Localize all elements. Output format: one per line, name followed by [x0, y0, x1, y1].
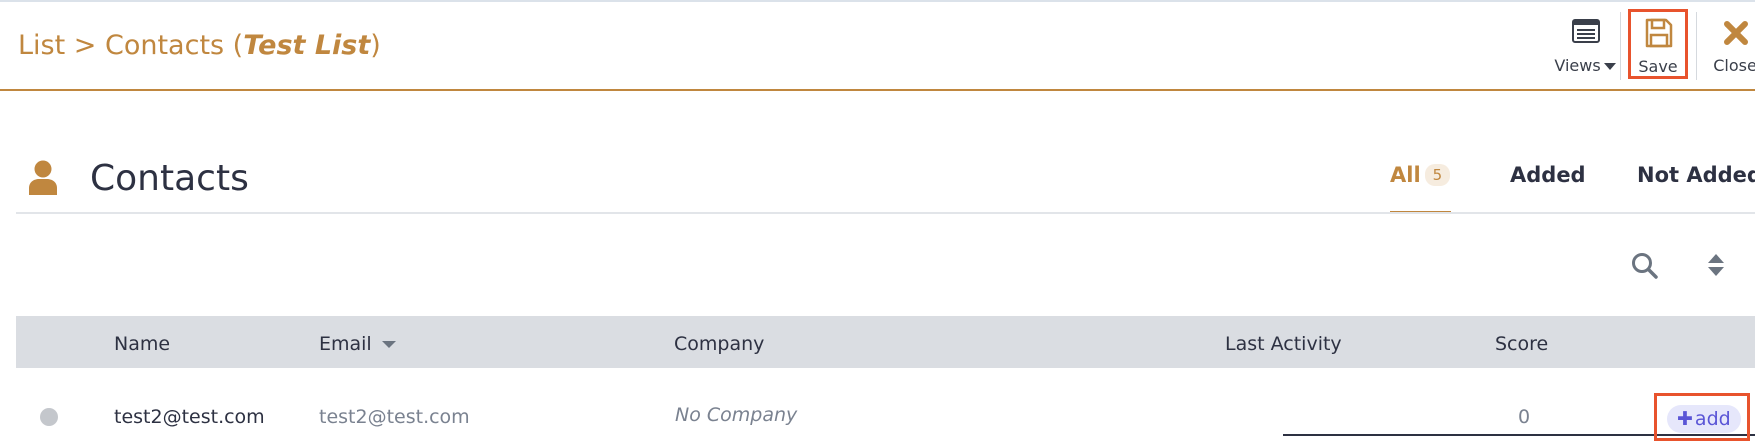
toolbar-divider: [1696, 12, 1697, 80]
close-button[interactable]: Close: [1700, 14, 1755, 80]
breadcrumb-list-name[interactable]: Test List: [243, 30, 370, 61]
tab-all[interactable]: All 5: [1390, 163, 1451, 187]
contact-company: No Company: [675, 404, 798, 426]
column-header-last-activity[interactable]: Last Activity: [1225, 333, 1342, 355]
tab-label: All: [1390, 163, 1421, 187]
column-header-label: Email: [319, 333, 372, 355]
section-title: Contacts: [90, 158, 249, 199]
page-header: List > Contacts (Test List) Views Save C…: [0, 2, 1755, 91]
save-icon: [1645, 18, 1673, 52]
views-label: Views: [1554, 56, 1601, 75]
views-button[interactable]: Views: [1548, 14, 1622, 80]
add-label: add: [1694, 408, 1731, 430]
list-view-icon: [1572, 19, 1600, 47]
count-badge: 5: [1424, 164, 1451, 186]
toolbar-divider: [1620, 12, 1621, 80]
add-button[interactable]: ✚ add: [1667, 405, 1741, 433]
breadcrumb-close-paren: ): [370, 30, 381, 61]
breadcrumb: List > Contacts (Test List): [18, 30, 381, 61]
chevron-down-icon: [1603, 63, 1616, 70]
search-icon[interactable]: [1631, 252, 1659, 284]
plus-icon: ✚: [1677, 408, 1693, 430]
tab-not-added[interactable]: Not Added: [1637, 163, 1755, 187]
column-header-name[interactable]: Name: [114, 333, 170, 355]
tab-added[interactable]: Added: [1510, 163, 1586, 187]
close-icon: [1723, 20, 1749, 50]
breadcrumb-path: List > Contacts (: [18, 30, 244, 61]
column-header-company[interactable]: Company: [674, 333, 764, 355]
column-header-score[interactable]: Score: [1495, 333, 1548, 355]
close-label: Close: [1713, 56, 1755, 75]
table-row[interactable]: test2@test.com test2@test.com No Company…: [16, 374, 1755, 445]
table-header: Name Email Company Last Activity Score: [16, 316, 1755, 368]
contact-email[interactable]: test2@test.com: [319, 406, 470, 428]
contact-score: 0: [1518, 406, 1531, 428]
section-divider: [16, 212, 1755, 214]
add-highlight: ✚ add: [1654, 393, 1750, 441]
sort-desc-icon: [381, 341, 396, 348]
save-label: Save: [1638, 57, 1678, 76]
status-dot: [40, 408, 58, 426]
column-header-email[interactable]: Email: [319, 333, 396, 355]
save-button[interactable]: Save: [1628, 9, 1688, 79]
sort-icon[interactable]: [1706, 252, 1726, 282]
person-icon: [28, 160, 58, 200]
contact-name[interactable]: test2@test.com: [114, 406, 265, 428]
